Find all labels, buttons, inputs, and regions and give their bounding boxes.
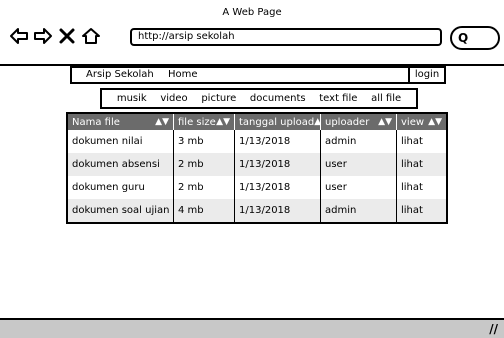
cell-uploader: user [321, 176, 397, 199]
cell-uploader: admin [321, 130, 397, 153]
cell-file-size: 3 mb [174, 130, 235, 153]
column-header-view[interactable]: view ▲▼ [397, 114, 446, 130]
sort-icon[interactable]: ▲▼ [216, 117, 230, 127]
cell-nama-file: dokumen absensi [68, 153, 174, 176]
right-arrow-icon[interactable] [32, 26, 54, 46]
column-header-tanggal-upload[interactable]: tanggal upload▲▼ [235, 114, 321, 130]
filter-documents[interactable]: documents [250, 93, 306, 104]
browser-window: A Web Page http://arsip sekolah Q Arsip … [0, 0, 504, 338]
cell-file-size: 2 mb [174, 176, 235, 199]
column-header-nama-file[interactable]: Nama file ▲▼ [68, 114, 174, 130]
table-row[interactable]: dokumen absensi 2 mb 1/13/2018 user liha… [68, 153, 446, 176]
table-row[interactable]: dokumen nilai 3 mb 1/13/2018 admin lihat [68, 130, 446, 153]
filter-text-file[interactable]: text file [319, 93, 357, 104]
table-header-row: Nama file▲▼ file size▲▼ tanggal upload▲▼… [68, 114, 446, 130]
cell-uploader: admin [321, 199, 397, 222]
filter-all-file[interactable]: all file [371, 93, 401, 104]
sort-icon[interactable]: ▲▼ [378, 117, 392, 127]
address-bar[interactable]: http://arsip sekolah [130, 28, 442, 46]
cell-uploader: user [321, 153, 397, 176]
file-table: Nama file▲▼ file size▲▼ tanggal upload▲▼… [66, 112, 448, 224]
left-arrow-icon[interactable] [8, 26, 30, 46]
table-row[interactable]: dokumen soal ujian 4 mb 1/13/2018 admin … [68, 199, 446, 222]
cell-file-size: 4 mb [174, 199, 235, 222]
filter-picture[interactable]: picture [201, 93, 236, 104]
view-link[interactable]: lihat [397, 130, 446, 153]
cell-nama-file: dokumen nilai [68, 130, 174, 153]
column-header-uploader[interactable]: uploader ▲▼ [321, 114, 397, 130]
status-bar: // [0, 318, 504, 338]
view-link[interactable]: lihat [397, 176, 446, 199]
filter-musik[interactable]: musik [117, 93, 147, 104]
file-type-filter-bar: musik video picture documents text file … [100, 88, 418, 109]
sort-icon[interactable]: ▲▼ [155, 117, 169, 127]
resize-grip-icon[interactable]: // [489, 322, 498, 336]
close-icon[interactable] [56, 26, 78, 46]
window-title: A Web Page [222, 7, 282, 18]
cell-tanggal-upload: 1/13/2018 [235, 199, 321, 222]
home-icon[interactable] [80, 26, 102, 46]
cell-tanggal-upload: 1/13/2018 [235, 153, 321, 176]
view-link[interactable]: lihat [397, 199, 446, 222]
top-navigation: Arsip Sekolah Home login [70, 66, 446, 84]
view-link[interactable]: lihat [397, 153, 446, 176]
cell-tanggal-upload: 1/13/2018 [235, 130, 321, 153]
cell-nama-file: dokumen guru [68, 176, 174, 199]
browser-toolbar: A Web Page http://arsip sekolah Q [0, 0, 504, 66]
cell-nama-file: dokumen soal ujian [68, 199, 174, 222]
search-box[interactable]: Q [450, 26, 500, 50]
search-icon: Q [458, 31, 469, 45]
column-header-file-size[interactable]: file size ▲▼ [174, 114, 235, 130]
cell-file-size: 2 mb [174, 153, 235, 176]
filter-video[interactable]: video [160, 93, 187, 104]
page-content: Arsip Sekolah Home login musik video pic… [0, 66, 504, 318]
nav-home-link[interactable]: Home [168, 69, 198, 80]
table-row[interactable]: dokumen guru 2 mb 1/13/2018 user lihat [68, 176, 446, 199]
sort-icon[interactable]: ▲▼ [314, 117, 320, 127]
sort-icon[interactable]: ▲▼ [428, 117, 442, 127]
login-button[interactable]: login [408, 68, 444, 82]
site-brand[interactable]: Arsip Sekolah [86, 69, 154, 80]
cell-tanggal-upload: 1/13/2018 [235, 176, 321, 199]
